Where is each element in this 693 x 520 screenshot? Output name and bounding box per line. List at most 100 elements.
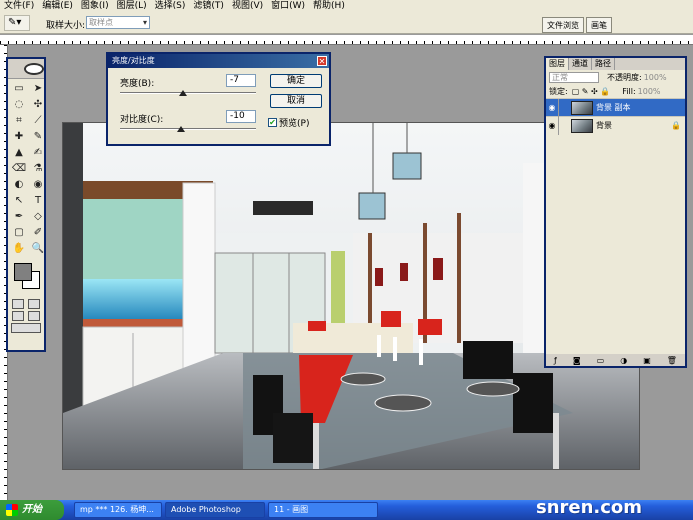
opacity-label: 不透明度: <box>607 72 642 82</box>
marquee-tool-icon[interactable]: ▭ <box>10 81 28 96</box>
horizontal-ruler <box>0 35 693 45</box>
magic-wand-tool-icon[interactable]: ✣ <box>29 97 47 112</box>
menu-layer[interactable]: 图层(L) <box>115 0 153 12</box>
fill-value[interactable]: 100% <box>638 87 661 96</box>
path-selection-tool-icon[interactable]: ↖ <box>10 193 28 208</box>
sample-size-select[interactable]: 取样点 <box>86 16 150 29</box>
trash-icon[interactable]: 🗑 <box>667 356 677 365</box>
dialog-title-bar[interactable]: 亮度/对比度 ✕ <box>108 54 329 68</box>
ok-button[interactable]: 确定 <box>270 74 322 88</box>
photoshop-eye-icon <box>24 63 44 75</box>
task-paint[interactable]: 11 - 画图 <box>268 502 378 518</box>
layer-name: 背景 <box>596 121 612 130</box>
lock-icon: 🔒 <box>671 121 681 130</box>
lock-label: 锁定: <box>549 86 568 96</box>
menu-edit[interactable]: 编辑(E) <box>40 0 79 12</box>
lock-icons[interactable]: ▢ ✎ ✣ 🔒 <box>572 87 611 96</box>
layers-palette: 图层 通道 路径 正常 不透明度: 100% 锁定: ▢ ✎ ✣ 🔒 Fill:… <box>544 56 687 368</box>
menu-file[interactable]: 文件(F) <box>2 0 40 12</box>
checkmark-icon: ✔ <box>268 118 277 127</box>
brightness-input[interactable]: -7 <box>226 74 256 87</box>
palette-well: 文件浏览 画笔 <box>542 17 614 33</box>
contrast-slider-thumb[interactable] <box>177 126 186 132</box>
task-photoshop[interactable]: Adobe Photoshop <box>165 502 265 518</box>
eyedropper-tool-icon[interactable]: ✐ <box>29 225 47 240</box>
history-brush-tool-icon[interactable]: ✍ <box>29 145 47 160</box>
dialog-title: 亮度/对比度 <box>112 56 155 65</box>
menu-help[interactable]: 帮助(H) <box>311 0 351 12</box>
toolbox-header[interactable] <box>8 59 44 79</box>
quick-mask-button[interactable] <box>28 299 40 309</box>
task-music-player[interactable]: mp *** 126. 杨坤... <box>74 502 162 518</box>
menu-image[interactable]: 图象(I) <box>79 0 115 12</box>
contrast-input[interactable]: -10 <box>226 110 256 123</box>
screen-mode-full-button[interactable] <box>28 311 40 321</box>
blend-opacity-row: 正常 不透明度: 100% <box>546 70 685 84</box>
brush-link-icon[interactable] <box>558 116 568 135</box>
menu-window[interactable]: 窗口(W) <box>269 0 311 12</box>
brush-link-icon[interactable] <box>558 98 568 117</box>
options-bar: ✎▾ 取样大小: 取样点 文件浏览 画笔 <box>0 12 693 34</box>
start-button[interactable]: 开始 <box>0 500 64 520</box>
screen-mode-standard-button[interactable] <box>12 311 24 321</box>
menu-filter[interactable]: 滤镜(T) <box>191 0 230 12</box>
menu-select[interactable]: 选择(S) <box>153 0 192 12</box>
tab-channels[interactable]: 通道 <box>569 58 592 70</box>
eraser-tool-icon[interactable]: ⌫ <box>10 161 28 176</box>
eyedropper-tool-preset[interactable]: ✎▾ <box>4 15 30 31</box>
adjustment-layer-icon[interactable]: ◑ <box>620 356 627 365</box>
new-layer-icon[interactable]: ▣ <box>643 356 651 365</box>
layer-background-copy[interactable]: ◉ 背景 副本 <box>546 98 685 117</box>
brightness-slider-thumb[interactable] <box>179 90 188 96</box>
dodge-tool-icon[interactable]: ◉ <box>29 177 47 192</box>
tab-paths[interactable]: 路径 <box>592 58 615 70</box>
lock-fill-row: 锁定: ▢ ✎ ✣ 🔒 Fill: 100% <box>546 84 685 98</box>
jump-to-imageready-button[interactable] <box>11 323 41 333</box>
move-tool-icon[interactable]: ➤ <box>29 81 47 96</box>
preview-label: 预览(P) <box>279 119 310 129</box>
contrast-slider-track[interactable] <box>120 128 256 130</box>
layer-background[interactable]: ◉ 背景 🔒 <box>546 116 685 135</box>
menu-bar: 文件(F) 编辑(E) 图象(I) 图层(L) 选择(S) 滤镜(T) 视图(V… <box>0 0 693 12</box>
mask-icon[interactable]: ◙ <box>573 356 581 365</box>
layer-thumbnail <box>571 100 593 115</box>
well-tab-file-browser[interactable]: 文件浏览 <box>542 17 584 33</box>
foreground-color-swatch[interactable] <box>14 263 32 281</box>
hand-tool-icon[interactable]: ✋ <box>10 241 28 256</box>
layer-thumbnail <box>571 118 593 133</box>
well-tab-brushes[interactable]: 画笔 <box>586 17 612 33</box>
notes-tool-icon[interactable]: ▢ <box>10 225 28 240</box>
sample-size-label: 取样大小: <box>46 21 86 31</box>
close-icon[interactable]: ✕ <box>317 56 327 66</box>
eye-icon[interactable]: ◉ <box>546 121 558 130</box>
type-tool-icon[interactable]: T <box>29 193 47 208</box>
standard-mode-button[interactable] <box>12 299 24 309</box>
tab-layers[interactable]: 图层 <box>546 58 569 70</box>
pen-tool-icon[interactable]: ✒ <box>10 209 28 224</box>
layers-footer: ƒ ◙ ▭ ◑ ▣ 🗑 <box>546 354 685 366</box>
toolbox-palette: ▭ ➤ ◌ ✣ ⌗ ⟋ ✚ ✎ ▲ ✍ ⌫ ⚗ ◐ ◉ ↖ T ✒ ◇ ▢ ✐ … <box>6 57 46 352</box>
brightness-contrast-dialog: 亮度/对比度 ✕ 亮度(B): -7 对比度(C): -10 确定 取消 ✔ 预… <box>106 52 331 146</box>
zoom-tool-icon[interactable]: 🔍 <box>29 241 47 256</box>
clone-stamp-tool-icon[interactable]: ▲ <box>10 145 28 160</box>
crop-tool-icon[interactable]: ⌗ <box>10 113 28 128</box>
preview-checkbox[interactable]: ✔ 预览(P) <box>268 116 309 129</box>
color-swatches <box>10 261 42 295</box>
shape-tool-icon[interactable]: ◇ <box>29 209 47 224</box>
fill-label: Fill: <box>622 86 636 96</box>
slice-tool-icon[interactable]: ⟋ <box>29 113 47 128</box>
blend-mode-select[interactable]: 正常 <box>549 71 599 83</box>
lasso-tool-icon[interactable]: ◌ <box>10 97 28 112</box>
paint-bucket-tool-icon[interactable]: ⚗ <box>29 161 47 176</box>
blur-tool-icon[interactable]: ◐ <box>10 177 28 192</box>
healing-brush-tool-icon[interactable]: ✚ <box>10 129 28 144</box>
brightness-slider-track[interactable] <box>120 92 256 94</box>
layer-style-icon[interactable]: ƒ <box>554 356 557 365</box>
menu-view[interactable]: 视图(V) <box>230 0 269 12</box>
cancel-button[interactable]: 取消 <box>270 94 322 108</box>
folder-icon[interactable]: ▭ <box>597 356 605 365</box>
brush-tool-icon[interactable]: ✎ <box>29 129 47 144</box>
opacity-value[interactable]: 100% <box>644 73 667 82</box>
contrast-label: 对比度(C): <box>120 115 164 125</box>
eye-icon[interactable]: ◉ <box>546 103 558 112</box>
